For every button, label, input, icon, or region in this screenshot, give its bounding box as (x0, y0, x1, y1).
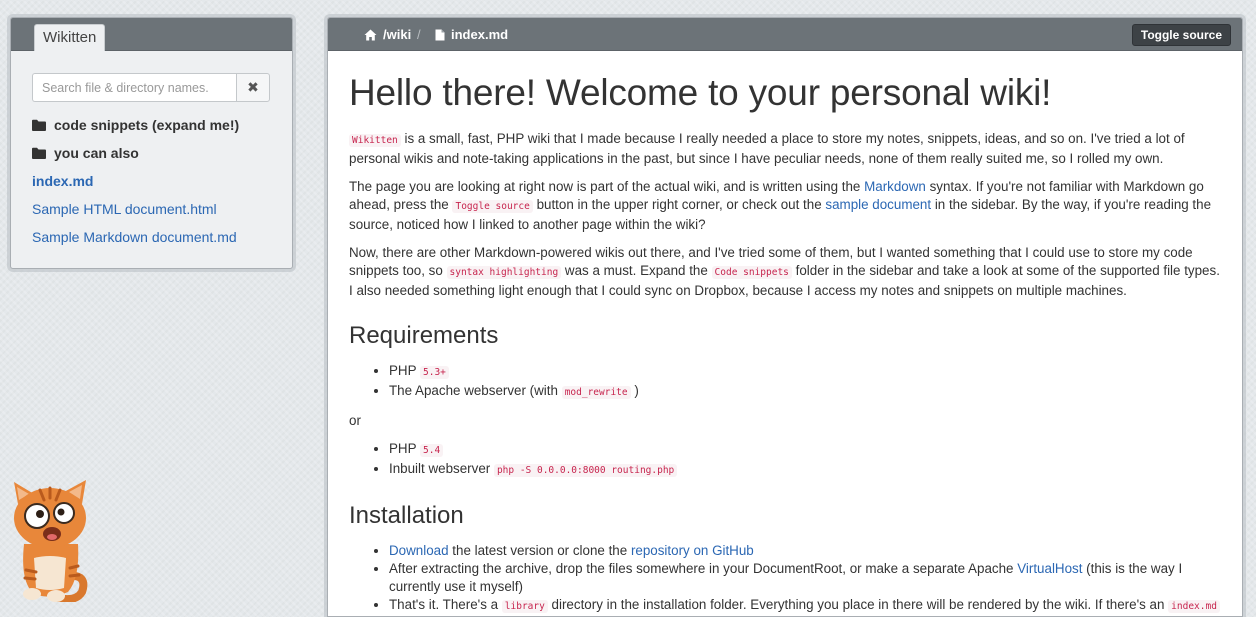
requirements-heading: Requirements (349, 322, 499, 349)
breadcrumb-file[interactable]: index.md (435, 18, 508, 51)
inline-code: Toggle source (452, 200, 533, 213)
github-repository-link[interactable]: repository on GitHub (631, 543, 754, 558)
inline-code: library (501, 600, 548, 613)
requirements-alt-list: PHP 5.4 Inbuilt webserver php -S 0.0.0.0… (349, 440, 1221, 480)
page-title: Hello there! Welcome to your personal wi… (349, 72, 1052, 113)
list-item: Download the latest version or clone the… (389, 542, 1221, 560)
sidebar: Wikitten ✖ code snippets (expand me!) yo… (10, 17, 293, 269)
breadcrumb-file-label: index.md (451, 27, 509, 42)
folder-icon (32, 119, 46, 131)
inline-code: 5.3+ (420, 366, 449, 379)
tree-folder-label: code snippets (expand me!) (54, 117, 240, 133)
list-item-text: That's it. There's a (389, 597, 502, 612)
sidebar-tab-wikitten[interactable]: Wikitten (34, 24, 106, 51)
tree-file-index: index.md (32, 167, 282, 195)
or-text: or (349, 413, 361, 428)
paragraph-text: was a must. Expand the (561, 263, 712, 278)
list-item-text: The Apache webserver (with (389, 383, 562, 398)
file-tree: code snippets (expand me!) you can also … (32, 111, 282, 251)
inline-code: Wikitten (349, 134, 401, 147)
list-item: The Apache webserver (with mod_rewrite ) (389, 382, 1221, 402)
markdown-link[interactable]: Markdown (864, 179, 926, 194)
tree-file-link-sample-markdown[interactable]: Sample Markdown document.md (32, 223, 237, 251)
breadcrumb-separator: / (417, 27, 421, 42)
kitten-mascot-icon (14, 480, 88, 602)
list-item-text: ) (630, 383, 639, 398)
intro-paragraph: Wikitten is a small, fast, PHP wiki that… (349, 130, 1221, 168)
download-link[interactable]: Download (389, 543, 449, 558)
inline-code: index.md (1168, 600, 1220, 613)
list-item-text: directory in the installation folder. Ev… (547, 597, 1169, 612)
installation-heading: Installation (349, 502, 464, 529)
tree-file-sample-markdown: Sample Markdown document.md (32, 223, 282, 251)
installation-list: Download the latest version or clone the… (349, 542, 1221, 616)
file-icon (435, 29, 445, 40)
list-item: PHP 5.3+ (389, 362, 1221, 382)
clear-search-button[interactable]: ✖ (236, 73, 270, 102)
toggle-source-button[interactable]: Toggle source (1131, 24, 1231, 46)
tree-folder-label: you can also (54, 145, 139, 161)
list-item-text: PHP (389, 363, 421, 378)
features-paragraph: Now, there are other Markdown-powered wi… (349, 244, 1221, 300)
list-item: PHP 5.4 (389, 440, 1221, 460)
list-item-text: After extracting the archive, drop the f… (389, 561, 1018, 576)
list-item: Inbuilt webserver php -S 0.0.0.0:8000 ro… (389, 460, 1221, 480)
paragraph-text: The page you are looking at right now is… (349, 179, 865, 194)
breadcrumb: /wiki / index.md Toggle source (328, 18, 1242, 51)
paragraph-text: button in the upper right corner, or che… (532, 197, 826, 212)
breadcrumb-root-label: /wiki (383, 27, 412, 42)
main-panel: /wiki / index.md Toggle source Hello the… (327, 17, 1243, 617)
home-icon (364, 29, 377, 40)
breadcrumb-root[interactable]: /wiki (364, 18, 411, 51)
search-group: ✖ (32, 73, 270, 102)
inline-code: php -S 0.0.0.0:8000 routing.php (493, 464, 678, 477)
inline-code: 5.4 (420, 444, 444, 457)
sample-document-link[interactable]: sample document (825, 197, 931, 212)
folder-icon (32, 147, 46, 159)
usage-paragraph: The page you are looking at right now is… (349, 178, 1221, 234)
inline-code: Code snippets (711, 266, 792, 279)
tree-folder-you-can-also[interactable]: you can also (32, 139, 282, 167)
paragraph-text: is a small, fast, PHP wiki that I made b… (349, 131, 1185, 166)
requirements-list: PHP 5.3+ The Apache webserver (with mod_… (349, 362, 1221, 402)
tree-file-sample-html: Sample HTML document.html (32, 195, 282, 223)
search-input[interactable] (32, 73, 236, 102)
inline-code: mod_rewrite (561, 386, 631, 399)
virtualhost-link[interactable]: VirtualHost (1017, 561, 1082, 576)
list-item-text: the latest version or clone the (448, 543, 631, 558)
tree-file-link-sample-html[interactable]: Sample HTML document.html (32, 195, 217, 223)
tree-file-link-index[interactable]: index.md (32, 167, 93, 195)
list-item: After extracting the archive, drop the f… (389, 560, 1221, 596)
list-item-text: Inbuilt webserver (389, 461, 494, 476)
page-content: Hello there! Welcome to your personal wi… (328, 73, 1242, 616)
list-item-text: PHP (389, 441, 421, 456)
sidebar-header: Wikitten (11, 18, 292, 51)
inline-code: syntax highlighting (446, 266, 562, 279)
tree-folder-code-snippets[interactable]: code snippets (expand me!) (32, 111, 282, 139)
list-item: That's it. There's a library directory i… (389, 596, 1221, 616)
